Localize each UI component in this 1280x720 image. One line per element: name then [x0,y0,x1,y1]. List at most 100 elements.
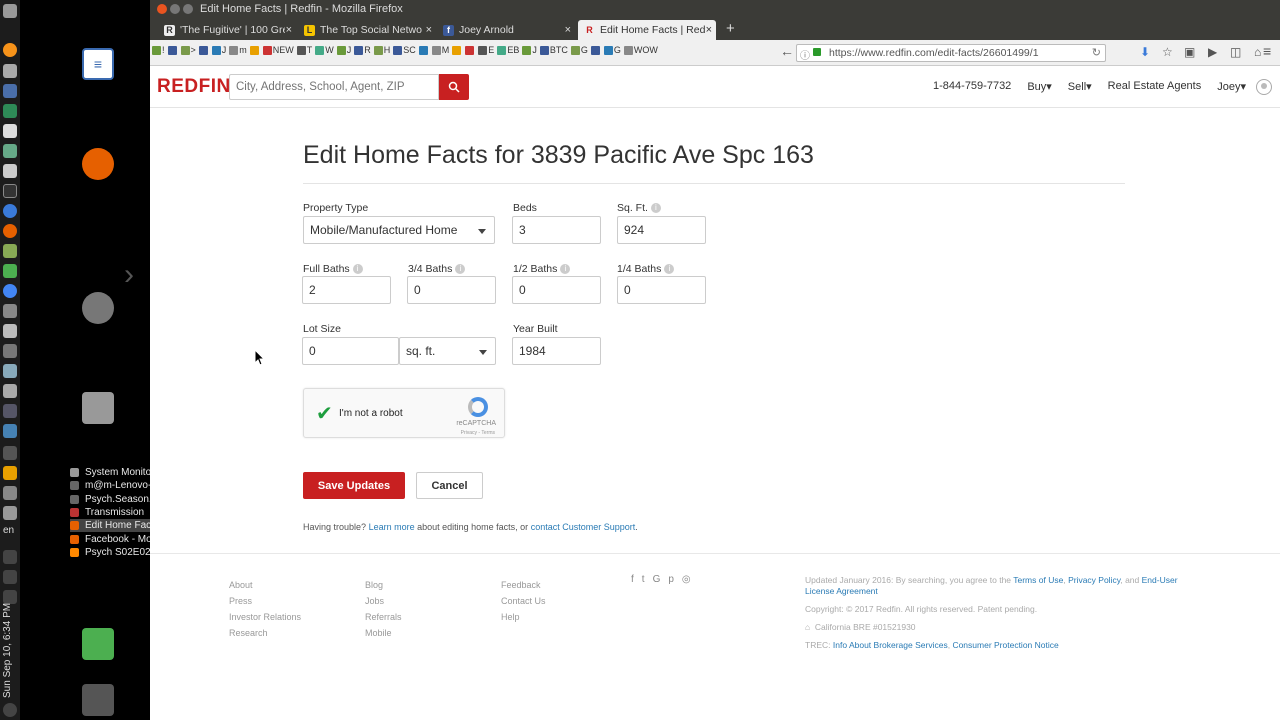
chevron-right-icon[interactable]: › [124,258,134,292]
cancel-button[interactable]: Cancel [416,472,483,499]
bookmark-item[interactable]: J [522,45,537,55]
footer-link[interactable]: Research [229,625,301,641]
text-editor-icon[interactable] [3,64,17,78]
youtube-icon[interactable]: ▶ [1208,45,1217,59]
firefox-icon[interactable] [3,224,17,238]
learn-more-link[interactable]: Learn more [369,522,415,532]
instagram-icon[interactable]: ◎ [682,574,691,585]
full-baths-input[interactable]: 2 [302,276,391,304]
user-menu[interactable]: Joey▾ [1217,80,1246,93]
bookmark-item[interactable] [249,45,260,55]
bookmark-item[interactable]: m [229,45,247,55]
chrome-icon[interactable] [3,284,17,298]
buy-menu[interactable]: Buy▾ [1027,80,1051,93]
monitor-icon[interactable] [3,324,17,338]
info-icon[interactable]: i [650,203,661,214]
back-icon[interactable]: ← [780,43,794,59]
info-icon[interactable]: i [560,264,571,275]
calculator-icon[interactable] [3,84,17,98]
apps-icon[interactable] [3,124,17,138]
android-icon[interactable] [3,264,17,278]
image-icon[interactable] [3,244,17,258]
volume-icon[interactable] [3,570,17,584]
year-built-input[interactable]: 1984 [512,337,601,365]
firefox-icon[interactable] [82,148,114,180]
bookmark-item[interactable]: T [296,45,312,55]
pinterest-icon[interactable]: p [668,574,674,585]
bookmark-item[interactable]: EB [497,45,519,55]
footer-link[interactable]: About [229,577,301,593]
clock[interactable]: Sun Sep 10, 6:34 PM [2,600,18,700]
customer-support-link[interactable]: contact Customer Support [531,522,636,532]
power-icon[interactable] [3,703,17,717]
settings-icon[interactable] [3,164,17,178]
bookmark-item[interactable]: NEW [262,45,294,55]
twitter-icon[interactable]: t [642,574,645,585]
bookmark-item[interactable]: SC [393,45,416,55]
privacy-link[interactable]: Privacy Policy [1068,575,1120,585]
footer-link[interactable]: Press [229,593,301,609]
ubuntu-software-icon[interactable] [82,292,114,324]
footer-link[interactable]: Referrals [365,609,402,625]
bookmark-star-icon[interactable]: ☆ [1162,45,1173,59]
browser-tab[interactable]: R 'The Fugitive' | 100 Gre × [158,20,296,40]
facebook-icon[interactable]: f [631,574,634,585]
vlc-icon[interactable] [3,466,17,480]
save-button[interactable]: Save Updates [303,472,405,499]
close-window-button[interactable] [157,4,167,14]
trash-icon[interactable] [82,684,114,716]
close-tab-icon[interactable]: × [426,24,432,36]
reload-icon[interactable]: ↻ [1092,46,1101,59]
footer-link[interactable]: Investor Relations [229,609,301,625]
phone-number[interactable]: 1-844-759-7732 [933,80,1011,93]
bookmark-item[interactable]: > [180,45,196,55]
bookmark-item[interactable]: ! [152,45,165,55]
bookmark-item[interactable]: J [336,45,351,55]
footer-link[interactable]: Contact Us [501,593,546,609]
half-baths-input[interactable]: 0 [512,276,601,304]
close-tab-icon[interactable]: × [565,24,571,36]
document-icon[interactable]: ≡ [82,48,114,80]
agents-link[interactable]: Real Estate Agents [1108,80,1202,93]
files-icon[interactable] [3,144,17,158]
new-tab-icon[interactable]: + [726,20,735,37]
avatar[interactable] [1256,79,1272,95]
bitcoin-icon[interactable] [3,43,17,57]
recaptcha-terms[interactable]: Privacy - Terms [461,430,495,436]
bookmark-item[interactable]: BTC [539,45,568,55]
bookmark-item[interactable] [198,45,209,55]
bookmark-item[interactable] [418,45,429,55]
sqft-input[interactable]: 924 [617,216,706,244]
footer-link[interactable]: Mobile [365,625,402,641]
bookmark-item[interactable]: W [315,45,334,55]
brokerage-info-link[interactable]: Info About Brokerage Services [833,640,948,650]
bookmark-item[interactable]: WOW [623,45,658,55]
user-icon[interactable] [3,506,17,520]
pocket-icon[interactable]: ◫ [1230,45,1241,59]
close-tab-icon[interactable]: × [286,24,292,36]
sell-menu[interactable]: Sell▾ [1068,80,1092,93]
bookmark-item[interactable]: J [211,45,226,55]
beds-input[interactable]: 3 [512,216,601,244]
bookmark-item[interactable]: H [373,45,390,55]
footer-link[interactable]: Feedback [501,577,546,593]
google-plus-icon[interactable]: G [653,574,661,585]
property-type-select[interactable]: Mobile/Manufactured Home [303,216,495,244]
footer-link[interactable]: Jobs [365,593,402,609]
info-icon[interactable]: i [352,264,363,275]
maximize-window-button[interactable] [183,4,193,14]
globe-icon[interactable] [3,204,17,218]
info-icon[interactable]: i [455,264,466,275]
browser-tab[interactable]: f Joey Arnold × [437,20,575,40]
redfin-logo[interactable]: REDFIN [157,76,231,98]
home-icon[interactable]: ⌂ [1254,45,1261,59]
minimize-window-button[interactable] [170,4,180,14]
bluetooth-icon[interactable] [3,446,17,460]
bookmark-item[interactable] [465,45,475,55]
bookmark-item[interactable] [167,45,178,55]
lot-unit-select[interactable]: sq. ft. [399,337,496,365]
network-icon[interactable] [3,424,17,438]
footer-link[interactable]: Help [501,609,546,625]
bookmark-item[interactable]: G [603,45,621,55]
checkmark-icon[interactable]: ✔ [316,401,333,426]
